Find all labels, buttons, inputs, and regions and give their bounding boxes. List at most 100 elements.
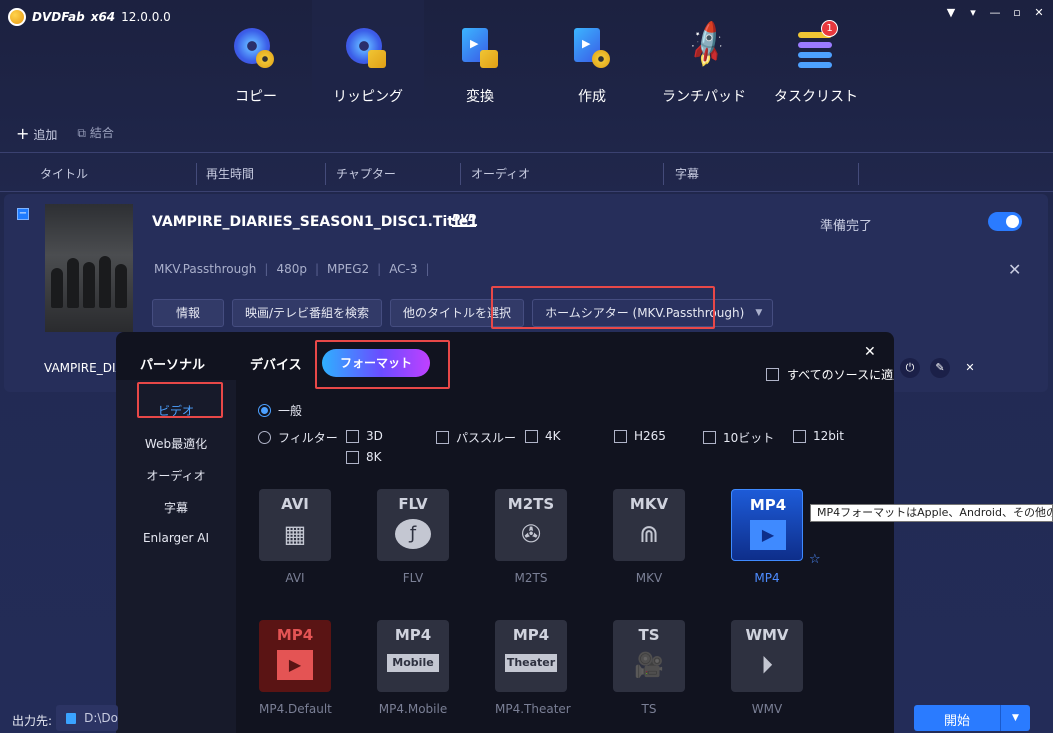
add-label: 追加 [33,128,58,142]
edit-icon[interactable]: ✎ [930,358,950,378]
rocket-icon: 🚀 [680,18,736,72]
output-label: 出力先: [12,714,53,728]
app-brand: DVDFab [32,10,85,24]
format-ts[interactable]: TS 🎥 TS [613,620,685,716]
ripper-disc-icon [346,26,390,70]
col-title: タイトル [40,167,89,181]
format-wmv[interactable]: WMV ⏵ WMV [731,620,803,716]
highlight-profile [491,286,715,329]
plugin-icon[interactable]: ⏻ [900,358,920,378]
combine-label: 結合 [89,126,114,140]
format-name: MP4 [394,626,432,644]
format-mp4-mobile[interactable]: MP4 Mobile MP4.Mobile [377,620,449,716]
format-flv[interactable]: FLV ƒ FLV [377,489,449,585]
subrow-actions: ⏻ ✎ ✕ [900,358,980,378]
filter-10bit[interactable]: 10ビット [703,429,774,446]
nav-ripper[interactable]: リッピング [312,0,424,118]
tasklist-badge: 1 [821,20,838,37]
filter-h265[interactable]: H265 [614,429,666,443]
format-avi[interactable]: AVI ▦ AVI [259,489,331,585]
collapse-toggle[interactable]: − [17,208,29,220]
film-reel-icon: ✇ [520,520,542,548]
format-label: AVI [285,571,305,585]
source-title: VAMPIRE_DIARIES_SEASON1_DISC1.Title1 [152,214,479,230]
search-title-button[interactable]: 映画/テレビ番組を検索 [232,299,383,327]
remove-icon[interactable]: ✕ [960,358,980,378]
radio-general[interactable]: 一般 [258,402,302,419]
meta-profile: MKV.Passthrough [154,262,257,276]
status-text: 準備完了 [820,219,873,234]
meta-video-codec: MPEG2 [327,262,370,276]
filter-3d-label: 3D [366,429,383,443]
enable-toggle[interactable] [988,212,1022,231]
minimize-icon[interactable]: — [989,6,1001,19]
tab-personal[interactable]: パーソナル [140,354,205,373]
side-item-subtitle[interactable]: 字幕 [116,499,236,516]
format-name: MP4 [512,626,550,644]
toolbar: + 追加 ⧉ 結合 [16,124,114,143]
side-item-enlarger[interactable]: Enlarger AI [116,531,236,545]
format-name: FLV [398,495,428,513]
filter-passthrough[interactable]: パススルー [436,429,516,446]
tab-device[interactable]: デバイス [250,354,302,373]
remove-source-icon[interactable]: ✕ [1008,260,1021,279]
format-mkv[interactable]: MKV ⋒ MKV [613,489,685,585]
play-icon: ▶ [277,650,313,680]
source-meta: MKV.Passthrough | 480p | MPEG2 | AC-3 | [154,262,430,276]
dropdown-icon[interactable]: ▾ [967,6,979,19]
meta-resolution: 480p [276,262,307,276]
start-button[interactable]: 開始 ▼ [914,705,1030,731]
nav-label: ランチパッド [662,89,746,105]
output-path-field[interactable]: D:\Do [56,705,118,731]
close-icon[interactable]: ✕ [1033,6,1045,19]
filter-4k[interactable]: 4K [525,429,561,443]
filter-12bit[interactable]: 12bit [793,429,844,443]
panel-close-icon[interactable]: ✕ [864,344,876,360]
restore-icon[interactable]: ▫ [1011,6,1023,19]
format-mp4[interactable]: MP4 ▶ MP4 [731,489,803,585]
apply-all-checkbox[interactable]: すべてのソースに適用 [766,366,894,383]
favorite-star-icon[interactable]: ☆ [809,552,821,567]
nav-copy[interactable]: コピー [200,0,312,118]
format-label: MKV [635,571,663,585]
col-chapter: チャプター [336,167,396,181]
filter-3d[interactable]: 3D [346,429,383,443]
info-button[interactable]: 情報 [152,299,224,327]
film-strip-icon: ▦ [283,520,307,548]
highlight-video [137,382,223,418]
filter-8k[interactable]: 8K [346,450,382,464]
format-banner: Theater [505,654,557,672]
format-label: MP4.Default [259,702,332,716]
add-button[interactable]: + 追加 [16,124,57,143]
col-subtitle: 字幕 [675,167,700,181]
combine-button[interactable]: ⧉ 結合 [77,124,113,143]
nav-label: 作成 [578,89,606,105]
radio-general-label: 一般 [278,404,303,418]
nav-launchpad[interactable]: 🚀 ランチパッド [648,0,760,118]
app-logo: DVDFab x64 12.0.0.0 [8,8,171,26]
format-mp4-theater[interactable]: MP4 Theater MP4.Theater [495,620,571,716]
format-banner: Mobile [387,654,439,672]
side-item-audio[interactable]: オーディオ [116,467,236,484]
start-dropdown-icon[interactable]: ▼ [1000,705,1030,731]
radio-filter[interactable]: フィルター [258,429,338,446]
format-tooltip: MP4フォーマットはApple、Android、その他のデバイ [810,504,1053,522]
app-edition: x64 [90,10,116,24]
shirt-icon[interactable]: ▼ [945,6,957,19]
tasklist-icon: 1 [794,20,838,70]
combine-icon: ⧉ [77,126,90,140]
format-m2ts[interactable]: M2TS ✇ M2TS [495,489,567,585]
camera-icon: 🎥 [634,651,664,679]
app-header: DVDFab x64 12.0.0.0 ▼ ▾ — ▫ ✕ コピー リッピング … [0,0,1053,118]
format-label: MP4.Theater [495,702,571,716]
format-label: TS [641,702,657,716]
format-mp4-default[interactable]: MP4 ▶ MP4.Default [259,620,332,716]
nav-converter[interactable]: 変換 [424,0,536,118]
filter-8k-label: 8K [366,450,382,464]
dvd-badge: DVD [452,213,477,227]
nav-tasklist[interactable]: 1 タスクリスト [760,0,872,118]
nav-creator[interactable]: 作成 [536,0,648,118]
side-item-web[interactable]: Web最適化 [116,435,236,452]
radio-icon [258,431,271,444]
filter-h265-label: H265 [634,429,666,443]
